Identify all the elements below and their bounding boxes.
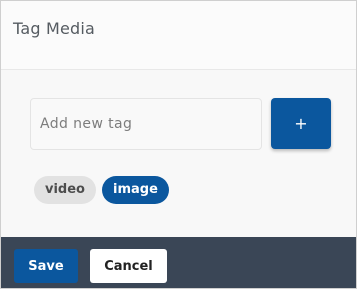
cancel-button[interactable]: Cancel bbox=[90, 249, 167, 283]
tag-chip-image[interactable]: image bbox=[101, 176, 169, 204]
plus-icon: + bbox=[294, 114, 308, 133]
dialog-title: Tag Media bbox=[13, 19, 96, 38]
dialog-footer: Save Cancel bbox=[1, 237, 356, 288]
save-button[interactable]: Save bbox=[14, 249, 78, 283]
dialog-body: + video image bbox=[1, 70, 356, 236]
tag-media-dialog: Tag Media + video image Save Cancel bbox=[0, 0, 357, 289]
tag-chip-video[interactable]: video bbox=[34, 176, 96, 204]
add-tag-input[interactable] bbox=[30, 98, 262, 150]
tag-list: video image bbox=[34, 176, 169, 204]
add-tag-button[interactable]: + bbox=[271, 98, 331, 149]
dialog-header: Tag Media bbox=[1, 1, 356, 70]
